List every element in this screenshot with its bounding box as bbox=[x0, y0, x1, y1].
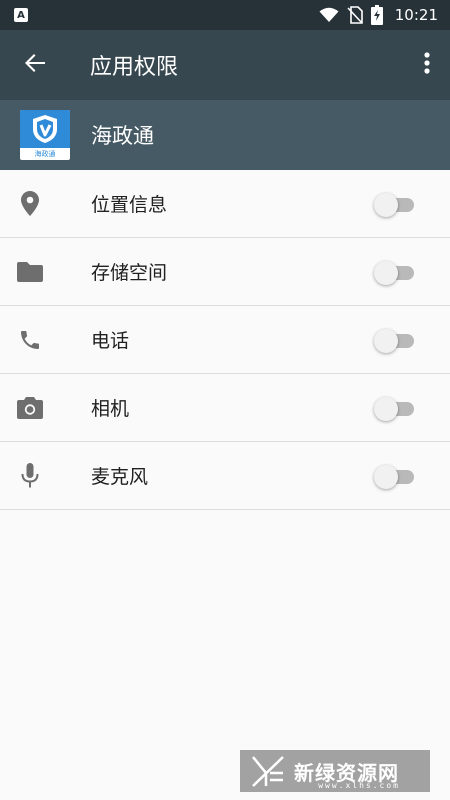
folder-icon bbox=[0, 238, 60, 306]
location-pin-icon bbox=[0, 170, 60, 238]
app-name: 海政通 bbox=[91, 124, 154, 148]
permission-label: 存储空间 bbox=[91, 262, 168, 284]
permission-row-camera[interactable]: 相机 bbox=[0, 374, 450, 442]
phone-toggle[interactable] bbox=[374, 329, 416, 353]
status-bar: A 10:21 bbox=[0, 0, 450, 30]
permission-row-storage[interactable]: 存储空间 bbox=[0, 238, 450, 306]
permission-row-location[interactable]: 位置信息 bbox=[0, 170, 450, 238]
no-sim-icon bbox=[347, 6, 363, 24]
app-bar: 应用权限 bbox=[0, 30, 450, 100]
battery-charging-icon bbox=[370, 5, 383, 25]
permission-row-phone[interactable]: 电话 bbox=[0, 306, 450, 374]
app-icon-label: 海政通 bbox=[34, 150, 56, 158]
status-left: A bbox=[14, 8, 28, 22]
shield-icon bbox=[20, 110, 70, 148]
microphone-icon bbox=[0, 442, 60, 510]
notification-badge-icon: A bbox=[14, 8, 28, 22]
phone-icon bbox=[0, 306, 60, 374]
page-title: 应用权限 bbox=[90, 55, 179, 80]
location-toggle[interactable] bbox=[374, 193, 416, 217]
watermark-sub: www.xlhs.com bbox=[318, 781, 400, 790]
back-button[interactable] bbox=[0, 30, 70, 100]
storage-toggle[interactable] bbox=[374, 261, 416, 285]
more-vert-icon bbox=[424, 52, 430, 78]
app-header: 海政通 海政通 bbox=[0, 100, 450, 170]
permission-label: 位置信息 bbox=[91, 194, 168, 216]
permission-row-microphone[interactable]: 麦克风 bbox=[0, 442, 450, 510]
permission-label: 麦克风 bbox=[91, 466, 149, 488]
more-options-button[interactable] bbox=[414, 47, 440, 83]
watermark-logo-icon bbox=[250, 753, 286, 789]
microphone-toggle[interactable] bbox=[374, 465, 416, 489]
permission-list: 位置信息 存储空间 电话 相机 麦克风 bbox=[0, 170, 450, 510]
wifi-icon bbox=[319, 7, 339, 23]
camera-icon bbox=[0, 374, 60, 442]
permission-label: 电话 bbox=[91, 330, 130, 352]
camera-toggle[interactable] bbox=[374, 397, 416, 421]
permission-label: 相机 bbox=[91, 398, 130, 420]
watermark: 新绿资源网 www.xlhs.com bbox=[240, 750, 430, 792]
arrow-back-icon bbox=[24, 52, 46, 78]
status-right: 10:21 bbox=[319, 5, 438, 25]
app-icon: 海政通 bbox=[20, 110, 70, 160]
status-time: 10:21 bbox=[394, 6, 438, 24]
